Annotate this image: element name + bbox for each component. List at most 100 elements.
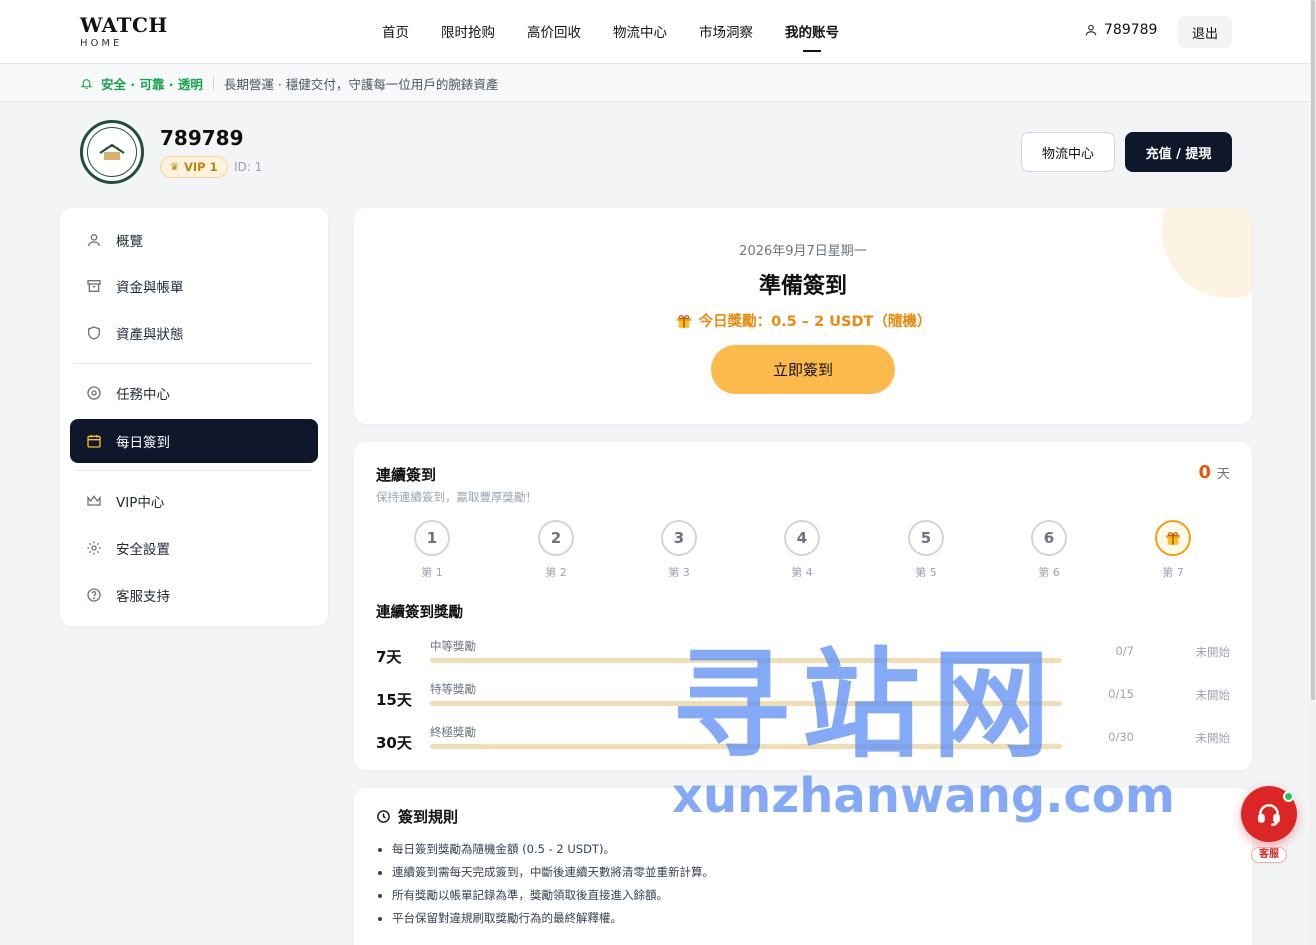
main-nav: 首页 限时抢购 高价回收 物流中心 市场洞察 我的账号: [366, 0, 855, 64]
logo-main-text: WATCH: [80, 13, 168, 37]
nav-item-recycle[interactable]: 高价回收: [511, 0, 597, 64]
account-sidebar: 概覽 資金與帳單 資產與狀態 任務中心 每日簽到 VIP中心 安全設置 客服支持: [60, 208, 328, 626]
vip-badge[interactable]: ♛ VIP 1: [160, 156, 228, 178]
reward-name: 終極獎勵: [430, 725, 476, 739]
reward-name: 中等獎勵: [430, 639, 476, 653]
streak-day: 5 第 5: [896, 520, 956, 580]
sidebar-item-tasks[interactable]: 任務中心: [70, 371, 318, 415]
rule-item: 連續簽到需每天完成簽到，中斷後連續天數將清零並重新計算。: [392, 863, 714, 886]
logo-sub-text: HOME: [80, 38, 123, 49]
reward-days: 7天: [376, 648, 402, 666]
streak-title: 連續簽到: [376, 466, 437, 484]
sidebar-item-daily-checkin[interactable]: 每日簽到: [70, 419, 318, 463]
sidebar-item-label: 安全設置: [116, 542, 170, 558]
watermark-en: xunzhanwang.com: [672, 768, 1175, 824]
sidebar-item-security[interactable]: 安全設置: [70, 526, 318, 570]
avatar-inner: [87, 127, 137, 177]
rule-item: 所有獎勵以帳單記錄為準，獎勵領取後直接進入餘額。: [392, 886, 714, 909]
streak-day-circle: 5: [908, 520, 944, 556]
streak-subtitle: 保持連續簽到，贏取豐厚獎勵！: [376, 490, 537, 504]
sidebar-item-support[interactable]: 客服支持: [70, 573, 318, 617]
streak-day: 第 7: [1143, 520, 1203, 580]
crown-icon: ♛: [170, 161, 179, 173]
reward-status: 未開始: [1195, 645, 1231, 659]
vip-level: VIP 1: [183, 160, 218, 174]
headset-icon: [1258, 804, 1280, 827]
top-header: WATCH HOME 首页 限时抢购 高价回收 物流中心 市场洞察 我的账号 7…: [0, 0, 1310, 64]
streak-count-unit: 天: [1216, 467, 1230, 482]
sidebar-item-assets[interactable]: 資產與狀態: [70, 311, 318, 355]
gear-icon: [87, 541, 101, 555]
sidebar-item-vip[interactable]: VIP中心: [70, 479, 318, 523]
sidebar-divider: [76, 363, 312, 364]
reward-progress-text: 0/15: [1108, 687, 1134, 701]
calendar-icon: [87, 435, 101, 448]
nav-item-account[interactable]: 我的账号: [769, 0, 855, 64]
avatar[interactable]: [80, 120, 144, 184]
streak-count: 0 天: [1198, 462, 1230, 483]
bell-icon: [80, 78, 93, 89]
user-menu[interactable]: 789789: [1084, 22, 1157, 38]
target-icon: [87, 386, 101, 400]
streak-day-label: 第 4: [791, 566, 813, 579]
rule-item: 平台保留對違規刷取獎勵行為的最終解釋權。: [392, 909, 714, 932]
nav-item-logistics[interactable]: 物流中心: [597, 0, 683, 64]
streak-day-circle: 6: [1031, 520, 1067, 556]
nav-item-home[interactable]: 首页: [366, 0, 425, 64]
reward-status: 未開始: [1195, 731, 1231, 745]
sidebar-item-label: 資產與狀態: [116, 327, 184, 343]
gift-icon: [676, 314, 691, 328]
nav-item-market[interactable]: 市场洞察: [683, 0, 769, 64]
streak-day: 6 第 6: [1019, 520, 1079, 580]
sidebar-item-label: 概覽: [116, 234, 143, 250]
user-icon: [1085, 24, 1097, 36]
streak-day-label: 第 6: [1038, 566, 1060, 579]
shield-icon: [88, 326, 100, 340]
rules-title: 簽到規則: [376, 806, 458, 827]
nav-item-flash-sale[interactable]: 限时抢购: [425, 0, 511, 64]
house-logo-icon: [99, 143, 125, 160]
sidebar-item-funds[interactable]: 資金與帳單: [70, 264, 318, 308]
checkin-title: 準備簽到: [758, 274, 847, 299]
rewards-title: 連續簽到獎勵: [376, 605, 463, 621]
floating-support-label[interactable]: 客服: [1251, 847, 1287, 863]
notice-divider: [212, 76, 214, 90]
streak-day-label: 第 5: [915, 566, 937, 579]
scrollbar-thumb[interactable]: [1311, 0, 1315, 700]
streak-day: 4 第 4: [772, 520, 832, 580]
clock-icon: [377, 810, 390, 823]
logo[interactable]: WATCH HOME: [80, 14, 168, 49]
streak-count-number: 0: [1198, 462, 1211, 483]
rules-title-text: 簽到規則: [398, 808, 459, 826]
checkin-card: 2026年9月7日星期一 準備簽到 今日獎勵：0.5 – 2 USDT（隨機） …: [354, 208, 1252, 424]
sidebar-item-label: 資金與帳單: [116, 280, 184, 296]
page-scrollbar[interactable]: [1310, 0, 1316, 945]
notice-highlight: 安全 · 可靠 · 透明: [101, 76, 203, 92]
notice-text: 長期營運 · 穩健交付，守護每一位用戶的腕錶資產: [223, 76, 499, 92]
streak-day: 3 第 3: [649, 520, 709, 580]
streak-day: 2 第 2: [526, 520, 586, 580]
profile-username: 789789: [160, 126, 244, 150]
logistics-center-button[interactable]: 物流中心: [1021, 132, 1115, 172]
floating-support-button[interactable]: [1241, 786, 1297, 842]
reward-status: 未開始: [1195, 688, 1231, 702]
streak-day: 1 第 1: [402, 520, 462, 580]
rule-item: 每日簽到獎勵為隨機金額 (0.5 - 2 USDT)。: [392, 840, 714, 863]
rules-list: 每日簽到獎勵為隨機金額 (0.5 - 2 USDT)。 連續簽到需每天完成簽到，…: [392, 840, 714, 932]
streak-day-circle: 3: [661, 520, 697, 556]
logout-button[interactable]: 退出: [1178, 16, 1232, 48]
reward-progress-text: 0/30: [1108, 730, 1134, 744]
sidebar-item-label: 客服支持: [116, 589, 170, 605]
sidebar-item-label: 每日簽到: [116, 435, 170, 451]
streak-day-label: 第 1: [421, 566, 443, 579]
user-name: 789789: [1104, 22, 1158, 38]
checkin-now-button[interactable]: 立即簽到: [711, 345, 895, 394]
streak-day-label: 第 2: [545, 566, 567, 579]
streak-day-circle: 2: [538, 520, 574, 556]
user-icon: [88, 234, 100, 247]
streak-day-label: 第 3: [668, 566, 690, 579]
sidebar-item-overview[interactable]: 概覽: [70, 218, 318, 262]
deposit-withdraw-button[interactable]: 充值 / 提現: [1125, 132, 1232, 172]
user-id: ID: 1: [234, 160, 263, 174]
notice-bar: 安全 · 可靠 · 透明 長期營運 · 穩健交付，守護每一位用戶的腕錶資產: [0, 65, 1310, 102]
